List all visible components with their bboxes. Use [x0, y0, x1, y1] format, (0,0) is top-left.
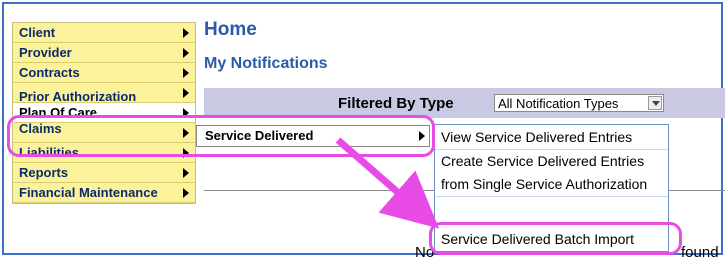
pointer-arrow-icon	[335, 137, 440, 229]
